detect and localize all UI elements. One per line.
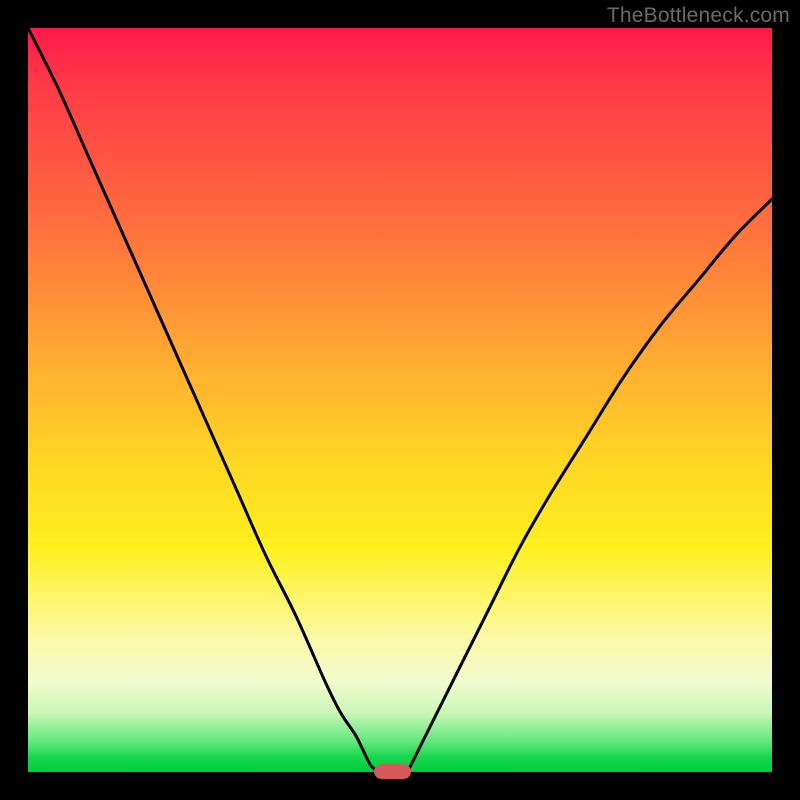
chart-frame: TheBottleneck.com [0,0,800,800]
bottom-marker [374,764,411,779]
left-curve [28,28,378,772]
watermark-text: TheBottleneck.com [607,4,790,28]
plot-area [28,28,772,772]
curve-layer [28,28,772,772]
right-curve [407,199,772,772]
